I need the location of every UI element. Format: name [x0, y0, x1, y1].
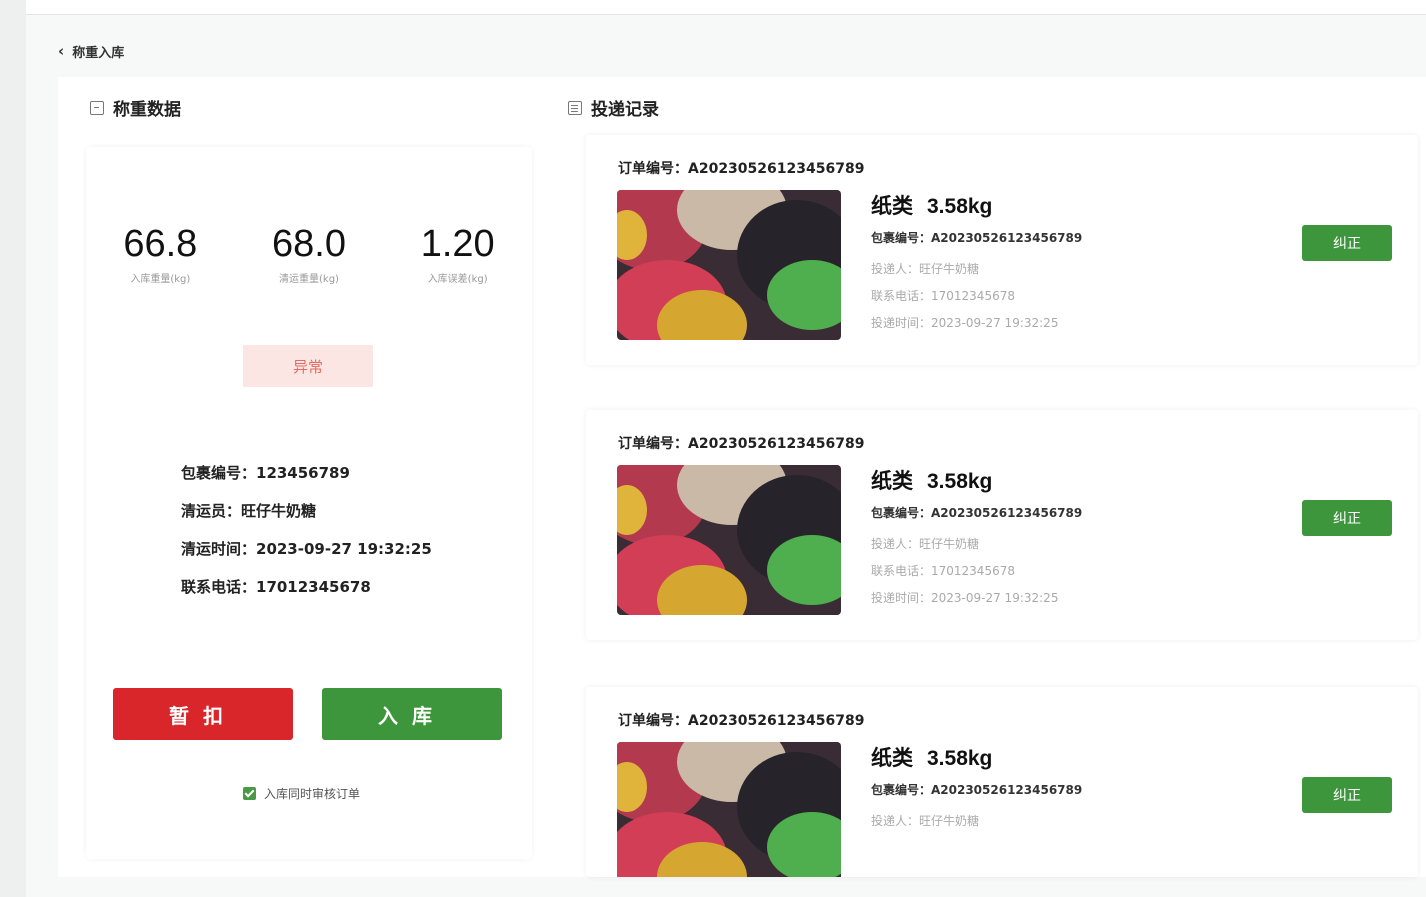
scale-icon	[90, 100, 104, 115]
collector-name: 清运员：旺仔牛奶糖	[181, 502, 317, 520]
stat-in-weight: 66.8 入库重量(kg)	[86, 222, 235, 287]
weigh-card: 66.8 入库重量(kg) 68.0 清运重量(kg) 1.20 入库误差(kg…	[86, 147, 532, 859]
audit-checkbox-row[interactable]: 入库同时审核订单	[243, 785, 360, 802]
record-card: 订单编号：A20230526123456789 纸类 3.58kg 包裹编号：A2…	[586, 135, 1418, 365]
record-photo	[617, 465, 841, 615]
record-photo	[617, 742, 841, 877]
records-section-header: 投递记录	[568, 95, 659, 120]
weight-value: 3.58kg	[927, 195, 993, 218]
record-card: 订单编号：A20230526123456789 纸类 3.58kg 包裹编号：A2…	[586, 410, 1418, 640]
store-button[interactable]: 入库	[322, 688, 502, 740]
record-title: 纸类 3.58kg	[871, 742, 992, 772]
correct-button[interactable]: 纠正	[1302, 777, 1392, 813]
weigh-section-title: 称重数据	[113, 100, 181, 120]
stat-value: 68.0	[272, 223, 346, 265]
sender-name: 投递人：旺仔牛奶糖	[871, 262, 980, 276]
back-button[interactable]: ‹ 称重入库	[58, 41, 124, 61]
weight-stats: 66.8 入库重量(kg) 68.0 清运重量(kg) 1.20 入库误差(kg…	[86, 222, 532, 287]
top-bar	[26, 0, 1426, 15]
order-number: 订单编号：A20230526123456789	[618, 713, 865, 729]
record-title: 纸类 3.58kg	[871, 190, 992, 220]
record-card: 订单编号：A20230526123456789 纸类 3.58kg 包裹编号：A2…	[586, 687, 1418, 877]
correct-button[interactable]: 纠正	[1302, 500, 1392, 536]
delivery-time: 投递时间：2023-09-27 19:32:25	[871, 591, 1059, 605]
package-number: 包裹编号：A20230526123456789	[871, 506, 1083, 520]
chevron-left-icon: ‹	[58, 42, 65, 60]
stat-label: 清运重量(kg)	[279, 274, 339, 285]
stat-value: 66.8	[123, 223, 198, 265]
stat-label: 入库重量(kg)	[130, 274, 191, 285]
records-section-title: 投递记录	[591, 100, 659, 120]
page-background: ‹ 称重入库 称重数据 投递记录 66.8 入库重量(kg) 68.0 清运重量…	[26, 15, 1426, 897]
audit-checkbox[interactable]	[243, 787, 256, 800]
stat-value: 1.20	[420, 223, 495, 265]
contact-phone: 联系电话：17012345678	[181, 578, 371, 596]
sender-phone: 联系电话：17012345678	[871, 564, 1015, 578]
package-info: 包裹编号：123456789 清运员：旺仔牛奶糖 清运时间：2023-09-27…	[181, 461, 432, 613]
correct-button[interactable]: 纠正	[1302, 225, 1392, 261]
category-label: 纸类	[871, 746, 913, 770]
weigh-section-header: 称重数据	[90, 95, 181, 120]
list-icon	[568, 100, 582, 115]
package-number: 包裹编号：A20230526123456789	[871, 231, 1083, 245]
category-label: 纸类	[871, 194, 913, 218]
category-label: 纸类	[871, 469, 913, 493]
page-title: 称重入库	[72, 45, 125, 61]
order-number: 订单编号：A20230526123456789	[618, 436, 865, 452]
collect-time: 清运时间：2023-09-27 19:32:25	[181, 540, 432, 558]
sender-name: 投递人：旺仔牛奶糖	[871, 814, 980, 828]
stat-collect-weight: 68.0 清运重量(kg)	[235, 222, 384, 287]
package-number: 包裹编号：A20230526123456789	[871, 783, 1083, 797]
weight-value: 3.58kg	[927, 470, 993, 493]
record-photo	[617, 190, 841, 340]
sender-phone: 联系电话：17012345678	[871, 289, 1015, 303]
stat-error: 1.20 入库误差(kg)	[383, 222, 532, 287]
delivery-time: 投递时间：2023-09-27 19:32:25	[871, 316, 1059, 330]
stat-label: 入库误差(kg)	[427, 274, 488, 285]
record-title: 纸类 3.58kg	[871, 465, 992, 495]
weight-value: 3.58kg	[927, 747, 993, 770]
sender-name: 投递人：旺仔牛奶糖	[871, 537, 980, 551]
audit-checkbox-label: 入库同时审核订单	[264, 787, 361, 801]
order-number: 订单编号：A20230526123456789	[618, 161, 865, 177]
deduct-button[interactable]: 暂扣	[113, 688, 293, 740]
package-number: 包裹编号：123456789	[181, 464, 350, 482]
status-badge: 异常	[243, 345, 373, 387]
